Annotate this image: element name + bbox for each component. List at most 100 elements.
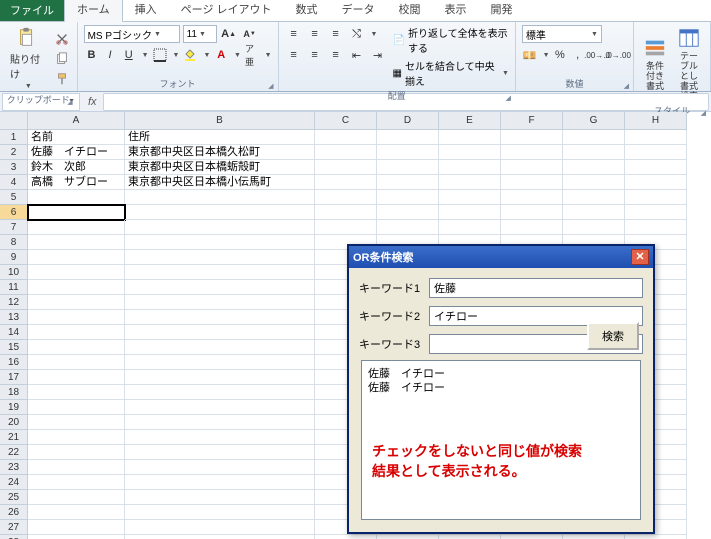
- cell[interactable]: [625, 175, 687, 190]
- row-header[interactable]: 19: [0, 400, 28, 415]
- cell[interactable]: [125, 400, 315, 415]
- cell[interactable]: [377, 160, 439, 175]
- col-header[interactable]: E: [439, 112, 501, 130]
- cell[interactable]: [377, 130, 439, 145]
- format-as-table-button[interactable]: テーブルとし 書式設定: [674, 25, 704, 103]
- cell[interactable]: [28, 385, 125, 400]
- cell[interactable]: [563, 220, 625, 235]
- format-painter-button[interactable]: [53, 70, 71, 88]
- merge-center-button[interactable]: ▦セルを結合して中央揃え▼: [393, 58, 509, 88]
- cell[interactable]: [125, 205, 315, 220]
- cell[interactable]: [28, 535, 125, 539]
- col-header[interactable]: B: [125, 112, 315, 130]
- row-header[interactable]: 24: [0, 475, 28, 490]
- cell[interactable]: [563, 145, 625, 160]
- results-listbox[interactable]: 佐藤 イチロー 佐藤 イチロー チェックをしないと同じ値が検索 結果として表示さ…: [361, 360, 641, 520]
- font-size-combo[interactable]: 11▼: [183, 25, 217, 43]
- row-header[interactable]: 7: [0, 220, 28, 235]
- cell[interactable]: [125, 475, 315, 490]
- dec-decimal-button[interactable]: .0→.00: [609, 46, 627, 64]
- row-header[interactable]: 14: [0, 325, 28, 340]
- cell[interactable]: [563, 160, 625, 175]
- cell[interactable]: [377, 535, 439, 539]
- cell[interactable]: [377, 190, 439, 205]
- tab-home[interactable]: ホーム: [64, 0, 123, 22]
- search-button[interactable]: 検索: [587, 322, 639, 350]
- cell[interactable]: [125, 235, 315, 250]
- cell[interactable]: [625, 145, 687, 160]
- cell[interactable]: [439, 130, 501, 145]
- cell[interactable]: [501, 205, 563, 220]
- cell[interactable]: [625, 160, 687, 175]
- cell[interactable]: [625, 190, 687, 205]
- row-header[interactable]: 10: [0, 265, 28, 280]
- cell[interactable]: [28, 310, 125, 325]
- cell[interactable]: [125, 355, 315, 370]
- row-header[interactable]: 13: [0, 310, 28, 325]
- row-header[interactable]: 12: [0, 295, 28, 310]
- border-button[interactable]: [152, 46, 168, 64]
- fx-icon[interactable]: fx: [82, 96, 103, 108]
- tab-file[interactable]: ファイル: [0, 0, 64, 21]
- row-header[interactable]: 6: [0, 205, 28, 220]
- tab-developer[interactable]: 開発: [479, 0, 525, 21]
- tab-formulas[interactable]: 数式: [284, 0, 330, 21]
- cell[interactable]: 東京都中央区日本橋久松町: [125, 145, 315, 160]
- cell[interactable]: [625, 535, 687, 539]
- percent-button[interactable]: %: [553, 46, 568, 64]
- cell[interactable]: [125, 535, 315, 539]
- cell[interactable]: [125, 445, 315, 460]
- cell[interactable]: [125, 220, 315, 235]
- cell[interactable]: [315, 160, 377, 175]
- cell[interactable]: [125, 250, 315, 265]
- cell[interactable]: [563, 535, 625, 539]
- cell[interactable]: [501, 535, 563, 539]
- row-header[interactable]: 1: [0, 130, 28, 145]
- cell[interactable]: [28, 445, 125, 460]
- row-header[interactable]: 17: [0, 370, 28, 385]
- cell[interactable]: [563, 190, 625, 205]
- cell[interactable]: [125, 505, 315, 520]
- row-header[interactable]: 9: [0, 250, 28, 265]
- cell[interactable]: [125, 490, 315, 505]
- cell[interactable]: [563, 205, 625, 220]
- result-item[interactable]: 佐藤 イチロー: [368, 381, 634, 395]
- cell[interactable]: [439, 160, 501, 175]
- cell[interactable]: [501, 160, 563, 175]
- grow-font-button[interactable]: A▲: [220, 25, 238, 43]
- cell[interactable]: [439, 145, 501, 160]
- cell[interactable]: [501, 190, 563, 205]
- cell[interactable]: [563, 130, 625, 145]
- cell[interactable]: 名前: [28, 130, 125, 145]
- row-header[interactable]: 23: [0, 460, 28, 475]
- row-header[interactable]: 11: [0, 280, 28, 295]
- align-left-button[interactable]: ≡: [285, 46, 303, 64]
- cell[interactable]: [28, 340, 125, 355]
- cell[interactable]: [315, 190, 377, 205]
- row-header[interactable]: 28: [0, 535, 28, 539]
- dialog-titlebar[interactable]: OR条件検索 ✕: [349, 246, 653, 268]
- tab-review[interactable]: 校閲: [387, 0, 433, 21]
- fill-color-button[interactable]: [182, 46, 198, 64]
- row-header[interactable]: 25: [0, 490, 28, 505]
- cell[interactable]: [28, 190, 125, 205]
- align-middle-button[interactable]: ≡: [306, 25, 324, 43]
- cell[interactable]: [501, 220, 563, 235]
- inc-decimal-button[interactable]: .00→.0: [588, 46, 606, 64]
- cell[interactable]: [377, 145, 439, 160]
- keyword1-input[interactable]: [429, 278, 643, 298]
- row-header[interactable]: 4: [0, 175, 28, 190]
- align-bottom-button[interactable]: ≡: [327, 25, 345, 43]
- cell[interactable]: [125, 520, 315, 535]
- cell[interactable]: [28, 520, 125, 535]
- tab-view[interactable]: 表示: [433, 0, 479, 21]
- cell[interactable]: [28, 295, 125, 310]
- cell[interactable]: [125, 295, 315, 310]
- cell[interactable]: [625, 205, 687, 220]
- cell[interactable]: [28, 370, 125, 385]
- cell[interactable]: [625, 130, 687, 145]
- col-header[interactable]: H: [625, 112, 687, 130]
- cell[interactable]: [315, 175, 377, 190]
- cell[interactable]: 住所: [125, 130, 315, 145]
- row-header[interactable]: 27: [0, 520, 28, 535]
